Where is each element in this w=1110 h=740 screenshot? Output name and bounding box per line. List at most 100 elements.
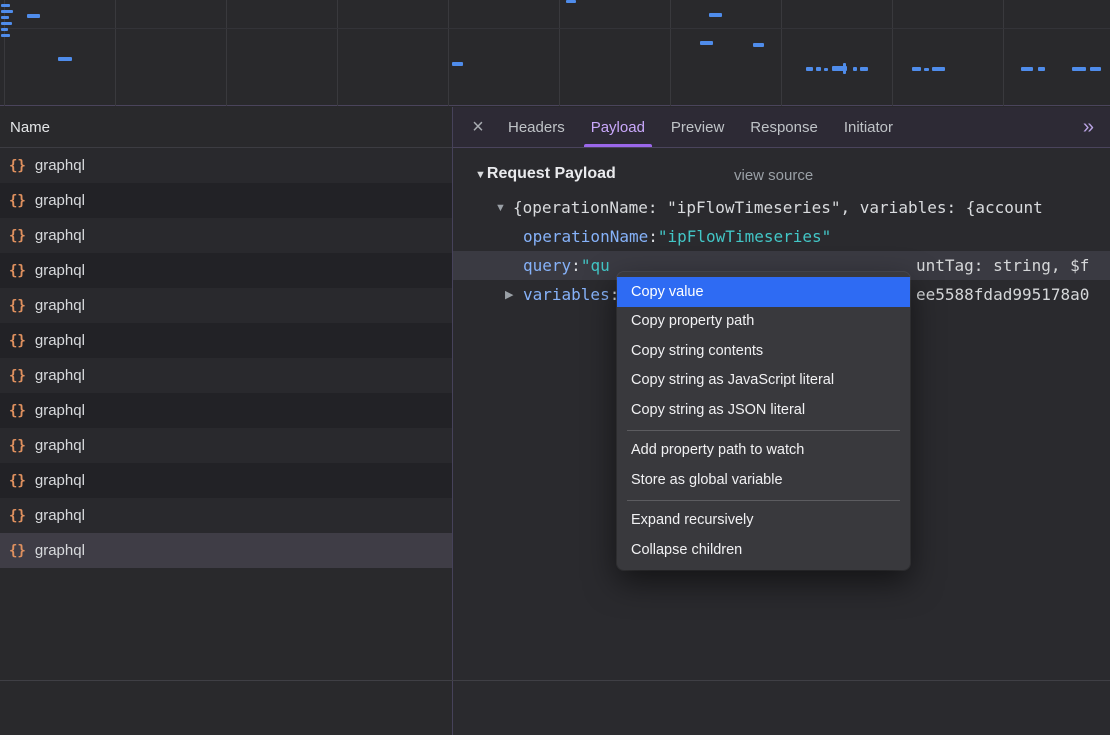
tab-response[interactable]: Response	[737, 107, 831, 147]
timeline-bar	[1072, 67, 1086, 71]
request-payload-section: ▼Request Payload view source	[475, 165, 1110, 189]
request-row[interactable]: {}graphql	[0, 533, 452, 568]
section-expander-icon[interactable]: ▼	[475, 169, 486, 181]
timeline-bar	[1, 34, 10, 37]
detail-tabs: HeadersPayloadPreviewResponseInitiator	[495, 107, 906, 147]
timeline-bar	[452, 62, 463, 66]
timeline-bar	[843, 63, 846, 74]
json-key: variables	[523, 285, 610, 304]
timeline-bar	[824, 68, 828, 71]
view-source-link[interactable]: view source	[734, 167, 813, 184]
request-name: graphql	[35, 367, 85, 384]
menu-item-add-property-path-to-watch[interactable]: Add property path to watch	[617, 436, 910, 466]
request-name: graphql	[35, 402, 85, 419]
json-plain: :	[648, 227, 658, 246]
json-fragment: ee5588fdad995178a0	[916, 280, 1089, 309]
tab-initiator[interactable]: Initiator	[831, 107, 906, 147]
request-name: graphql	[35, 332, 85, 349]
menu-item-copy-string-contents[interactable]: Copy string contents	[617, 336, 910, 366]
request-row[interactable]: {}graphql	[0, 148, 452, 183]
timeline-bar	[1038, 67, 1045, 71]
timeline-bar	[1021, 67, 1033, 71]
name-column-header[interactable]: Name	[0, 107, 452, 148]
json-plain: :	[571, 256, 581, 275]
timeline-bar	[27, 14, 40, 18]
timeline-gridline	[892, 0, 893, 106]
payload-tree-row[interactable]: operationName: "ipFlowTimeseries"	[453, 222, 1110, 251]
json-type-icon: {}	[9, 263, 26, 279]
payload-tree-row[interactable]: ▼{operationName: "ipFlowTimeseries", var…	[453, 193, 1110, 222]
menu-item-store-as-global-variable[interactable]: Store as global variable	[617, 465, 910, 495]
json-type-icon: {}	[9, 368, 26, 384]
json-key: query	[523, 256, 571, 275]
request-name: graphql	[35, 297, 85, 314]
request-name: graphql	[35, 437, 85, 454]
menu-item-expand-recursively[interactable]: Expand recursively	[617, 506, 910, 536]
timeline-bar	[860, 67, 868, 71]
json-type-icon: {}	[9, 228, 26, 244]
json-type-icon: {}	[9, 333, 26, 349]
menu-item-copy-value[interactable]: Copy value	[617, 277, 910, 307]
request-name: graphql	[35, 472, 85, 489]
timeline-bar	[700, 41, 713, 45]
request-name: graphql	[35, 262, 85, 279]
json-type-icon: {}	[9, 403, 26, 419]
tab-headers[interactable]: Headers	[495, 107, 578, 147]
timeline-ruler-line	[0, 28, 1110, 29]
request-row[interactable]: {} graphql	[0, 393, 452, 428]
tab-preview[interactable]: Preview	[658, 107, 737, 147]
json-type-icon: {}	[9, 193, 26, 209]
timeline-bar	[853, 67, 857, 71]
json-plain: {operationName: "ipFlowTimeseries", vari…	[513, 198, 1043, 217]
json-type-icon: {}	[9, 298, 26, 314]
more-tabs-icon[interactable]: »	[1073, 107, 1102, 147]
network-overview-timeline[interactable]	[0, 0, 1110, 106]
devtools-network-panel: Name {}graphql{}graphql{}graphql{}graphq…	[0, 0, 1110, 740]
requests-panel: Name {}graphql{}graphql{}graphql{}graphq…	[0, 107, 453, 735]
request-row[interactable]: {} graphql	[0, 253, 452, 288]
timeline-gridline	[115, 0, 116, 106]
page-bottom-edge	[0, 735, 1110, 740]
timeline-bar	[806, 67, 813, 71]
name-column-label: Name	[10, 119, 50, 136]
timeline-bar	[1, 10, 13, 13]
timeline-bar	[932, 67, 945, 71]
json-string: "ipFlowTimeseries"	[658, 227, 831, 246]
timeline-gridline	[1003, 0, 1004, 106]
menu-item-collapse-children[interactable]: Collapse children	[617, 535, 910, 565]
timeline-bar	[58, 57, 72, 61]
request-name: graphql	[35, 507, 85, 524]
timeline-bar	[1, 16, 9, 19]
timeline-bar	[1, 4, 10, 7]
json-type-icon: {}	[9, 473, 26, 489]
menu-item-copy-string-as-json-literal[interactable]: Copy string as JSON literal	[617, 395, 910, 425]
timeline-bar	[709, 13, 722, 17]
request-row[interactable]: {} graphql	[0, 358, 452, 393]
request-row[interactable]: {}graphql	[0, 218, 452, 253]
request-list: {} graphql {} graphql {} graphql {} graphql {} gr…	[0, 148, 452, 568]
json-string: "qu	[581, 256, 610, 275]
request-name: graphql	[35, 542, 85, 559]
context-menu: Copy valueCopy property pathCopy string …	[617, 272, 910, 570]
request-row[interactable]: {}graphql	[0, 428, 452, 463]
timeline-bar	[566, 0, 576, 3]
menu-separator	[627, 430, 900, 431]
request-row[interactable]: {} graphql	[0, 323, 452, 358]
timeline-bar	[1, 28, 8, 31]
menu-item-copy-property-path[interactable]: Copy property path	[617, 307, 910, 337]
json-type-icon: {}	[9, 508, 26, 524]
expander-icon[interactable]: ▶	[505, 288, 523, 301]
request-row[interactable]: {} graphql	[0, 498, 452, 533]
expander-icon[interactable]: ▼	[495, 202, 513, 214]
close-icon[interactable]: ×	[461, 107, 495, 147]
request-row[interactable]: {} graphql	[0, 183, 452, 218]
request-row[interactable]: {} graphql	[0, 288, 452, 323]
json-type-icon: {}	[9, 158, 26, 174]
request-name: graphql	[35, 192, 85, 209]
tab-payload[interactable]: Payload	[578, 107, 658, 147]
timeline-gridline	[226, 0, 227, 106]
detail-tab-bar: × HeadersPayloadPreviewResponseInitiator…	[453, 107, 1110, 148]
request-row[interactable]: {} graphql	[0, 463, 452, 498]
menu-item-copy-string-as-javascript-literal[interactable]: Copy string as JavaScript literal	[617, 366, 910, 396]
timeline-bar	[1, 22, 12, 25]
